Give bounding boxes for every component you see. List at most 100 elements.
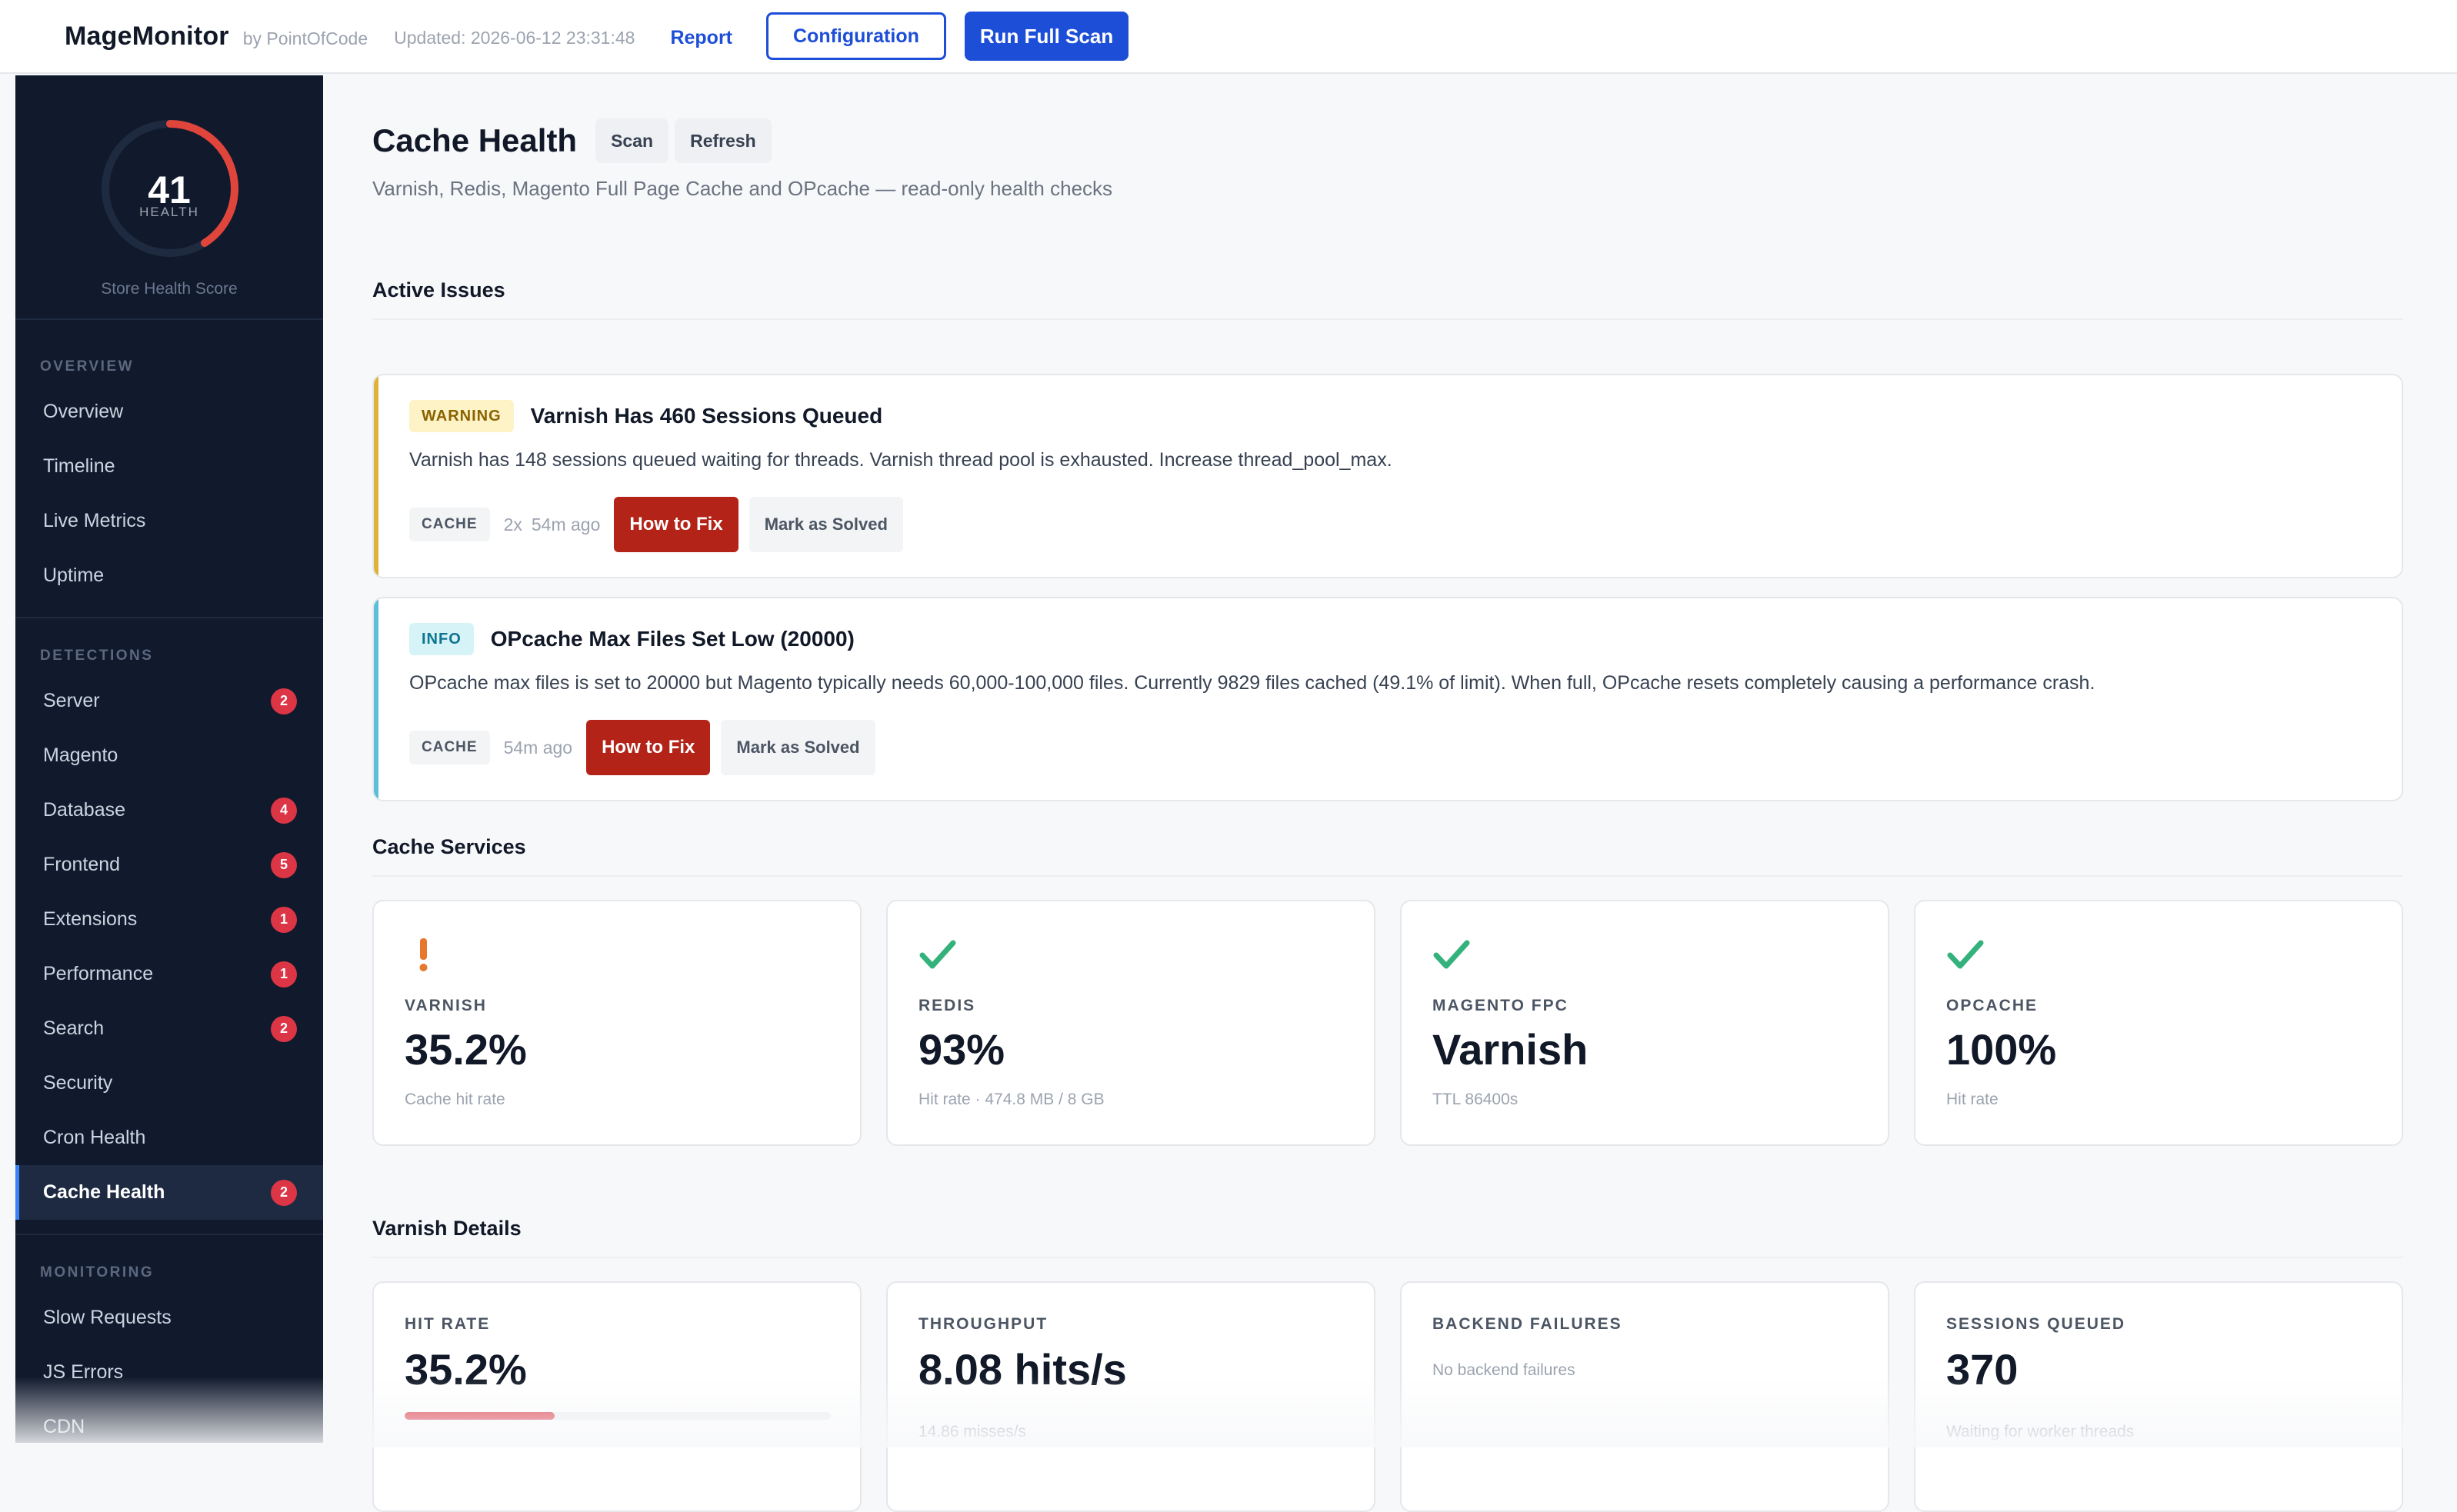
sidebar-item-label: Overview <box>43 401 124 422</box>
metric-note: 14.86 misses/s <box>918 1423 1027 1440</box>
service-card-varnish: VARNISH 35.2% Cache hit rate <box>372 900 862 1146</box>
mark-as-solved-button[interactable]: Mark as Solved <box>721 720 875 775</box>
health-score-caption: Store Health Score <box>101 280 238 298</box>
metric-label: BACKEND FAILURES <box>1432 1315 1622 1333</box>
sidebar-item-label: Search <box>43 1017 105 1039</box>
service-note: Cache hit rate <box>405 1091 505 1108</box>
check-icon <box>1432 935 1471 974</box>
hit-rate-progress-fill <box>405 1412 555 1420</box>
issue-timestamp: 54m ago <box>503 737 573 758</box>
section-divider <box>372 875 2403 877</box>
metric-note: No backend failures <box>1432 1361 1575 1379</box>
metric-label: SESSIONS QUEUED <box>1946 1315 2126 1333</box>
nav-section-monitoring: MONITORING <box>40 1264 155 1281</box>
service-note: Hit rate <box>1946 1091 1999 1108</box>
service-label: OPCACHE <box>1946 997 2039 1014</box>
health-score-widget: 41 HEALTH Store Health Score <box>15 75 323 320</box>
sidebar-item-live-metrics[interactable]: Live Metrics <box>15 494 323 548</box>
sidebar: 41 HEALTH Store Health Score OVERVIEW Ov… <box>15 75 323 1443</box>
sidebar-item-label: Cache Health <box>43 1181 165 1203</box>
sidebar-item-label: Slow Requests <box>43 1307 172 1328</box>
brand-byline: by PointOfCode <box>242 28 368 48</box>
check-icon <box>918 935 957 974</box>
sidebar-item-label: Frontend <box>43 854 121 875</box>
sidebar-item-js-errors[interactable]: JS Errors <box>15 1345 323 1400</box>
cache-services-title: Cache Services <box>372 835 526 858</box>
health-score-label: HEALTH <box>139 205 199 219</box>
sidebar-item-label: JS Errors <box>43 1361 124 1383</box>
varnish-card-backend-failures: BACKEND FAILURES No backend failures <box>1400 1281 1889 1512</box>
issue-count-badge: 1 <box>271 961 297 987</box>
sidebar-item-label: Uptime <box>43 565 105 586</box>
nav-section-overview: OVERVIEW <box>40 358 135 375</box>
how-to-fix-button[interactable]: How to Fix <box>586 720 711 775</box>
metric-label: THROUGHPUT <box>918 1315 1048 1333</box>
top-bar: MageMonitor by PointOfCode Updated: 2026… <box>0 0 2457 74</box>
metric-value: 370 <box>1946 1345 2019 1394</box>
service-value: 100% <box>1946 1025 2057 1074</box>
service-label: VARNISH <box>405 997 487 1014</box>
sidebar-item-performance[interactable]: Performance 1 <box>15 947 323 1001</box>
brand-logo: MageMonitor <box>65 21 229 51</box>
sidebar-item-overview[interactable]: Overview <box>15 385 323 439</box>
sidebar-item-label: Performance <box>43 963 154 984</box>
sidebar-item-timeline[interactable]: Timeline <box>15 439 323 494</box>
sidebar-item-extensions[interactable]: Extensions 1 <box>15 892 323 947</box>
how-to-fix-button[interactable]: How to Fix <box>614 497 738 552</box>
hit-rate-progress-bar <box>405 1412 831 1420</box>
section-divider <box>372 1257 2403 1258</box>
section-divider <box>372 318 2403 320</box>
issue-description: Varnish has 148 sessions queued waiting … <box>409 449 1392 471</box>
service-value: 35.2% <box>405 1025 527 1074</box>
sidebar-item-label: Live Metrics <box>43 510 146 531</box>
varnish-card-hit-rate: HIT RATE 35.2% <box>372 1281 862 1512</box>
service-card-magento-fpc: MAGENTO FPC Varnish TTL 86400s <box>1400 900 1889 1146</box>
sidebar-item-label: Extensions <box>43 908 138 930</box>
sidebar-item-cdn[interactable]: CDN <box>15 1400 323 1454</box>
issue-card: WARNING Varnish Has 460 Sessions Queued … <box>372 374 2403 578</box>
sidebar-item-slow-requests[interactable]: Slow Requests <box>15 1291 323 1345</box>
issue-severity-stripe <box>374 598 378 800</box>
sidebar-item-server[interactable]: Server 2 <box>15 674 323 728</box>
issue-category-tag: CACHE <box>409 731 490 764</box>
service-card-redis: REDIS 93% Hit rate · 474.8 MB / 8 GB <box>886 900 1375 1146</box>
sidebar-item-search[interactable]: Search 2 <box>15 1001 323 1056</box>
sidebar-item-label: Cron Health <box>43 1127 146 1148</box>
page-header: Cache Health Scan Refresh <box>372 118 772 163</box>
report-link[interactable]: Report <box>670 27 732 49</box>
issue-occurrence-count: 2x <box>503 514 522 535</box>
metric-value: 8.08 hits/s <box>918 1345 1127 1394</box>
sidebar-item-magento[interactable]: Magento <box>15 728 323 783</box>
issue-count-badge: 2 <box>271 1015 297 1042</box>
sidebar-item-label: Magento <box>43 744 118 766</box>
issue-title: Varnish Has 460 Sessions Queued <box>530 404 883 428</box>
sidebar-item-database[interactable]: Database 4 <box>15 783 323 838</box>
metric-note: Waiting for worker threads <box>1946 1423 2135 1440</box>
page-title: Cache Health <box>372 122 578 158</box>
run-full-scan-button[interactable]: Run Full Scan <box>964 12 1129 61</box>
sidebar-item-frontend[interactable]: Frontend 5 <box>15 838 323 892</box>
issue-severity-stripe <box>374 375 378 577</box>
nav-divider <box>15 617 323 618</box>
sidebar-item-security[interactable]: Security <box>15 1056 323 1111</box>
configuration-button[interactable]: Configuration <box>766 12 946 60</box>
warning-icon <box>405 935 443 974</box>
refresh-button[interactable]: Refresh <box>675 118 772 163</box>
severity-badge: WARNING <box>409 400 514 432</box>
metric-label: HIT RATE <box>405 1315 491 1333</box>
issue-description: OPcache max files is set to 20000 but Ma… <box>409 672 2095 694</box>
sidebar-item-cron-health[interactable]: Cron Health <box>15 1111 323 1165</box>
issue-card: INFO OPcache Max Files Set Low (20000) O… <box>372 597 2403 801</box>
service-note: Hit rate · 474.8 MB / 8 GB <box>918 1091 1105 1108</box>
check-icon <box>1946 935 1985 974</box>
sidebar-item-cache-health[interactable]: Cache Health 2 <box>15 1165 323 1220</box>
issue-count-badge: 5 <box>271 851 297 878</box>
sidebar-item-uptime[interactable]: Uptime <box>15 548 323 603</box>
nav-divider <box>15 1234 323 1235</box>
nav-section-detections: DETECTIONS <box>40 648 154 664</box>
scan-button[interactable]: Scan <box>595 118 669 163</box>
sidebar-item-label: Database <box>43 799 126 821</box>
page-subtitle: Varnish, Redis, Magento Full Page Cache … <box>372 177 1113 200</box>
sidebar-item-label: CDN <box>43 1416 85 1437</box>
mark-as-solved-button[interactable]: Mark as Solved <box>748 497 903 552</box>
